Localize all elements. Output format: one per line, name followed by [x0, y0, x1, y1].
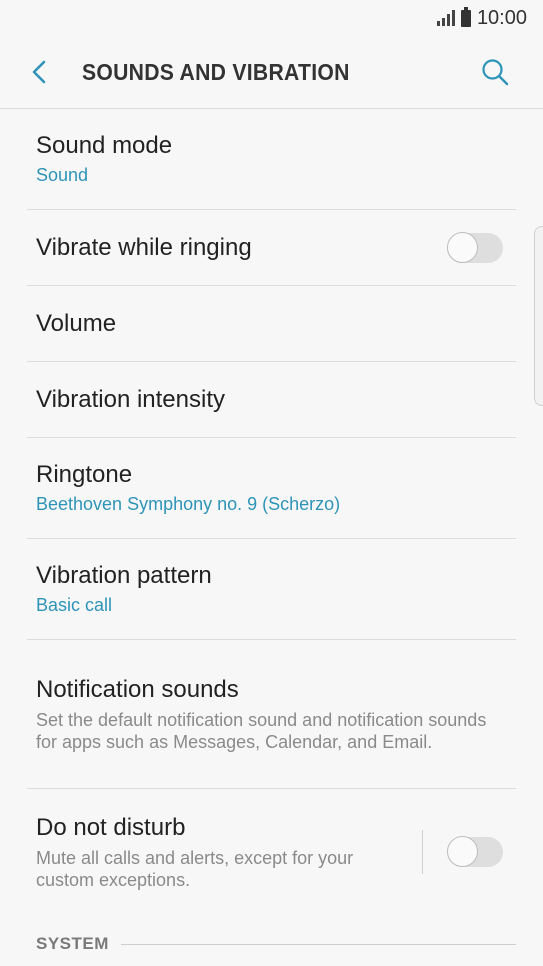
sound-mode-label: Sound mode: [36, 132, 173, 159]
search-button[interactable]: [465, 42, 525, 102]
section-label: SYSTEM: [36, 934, 109, 953]
do-not-disturb-item[interactable]: Do not disturb Mute all calls and alerts…: [27, 789, 516, 915]
vibration-pattern-value: Basic call: [36, 595, 113, 615]
ringtone-item[interactable]: Ringtone Beethoven Symphony no. 9 (Scher…: [27, 438, 516, 539]
do-not-disturb-toggle[interactable]: [447, 836, 503, 867]
vertical-divider: [422, 830, 423, 874]
signal-icon: [436, 10, 455, 26]
page-title: SOUNDS AND VIBRATION: [82, 58, 350, 85]
sound-mode-item[interactable]: Sound mode Sound: [27, 109, 516, 210]
back-arrow-icon: [32, 60, 46, 84]
vibration-intensity-label: Vibration intensity: [36, 385, 225, 413]
notification-sounds-label: Notification sounds: [36, 676, 239, 703]
notification-sounds-item[interactable]: Notification sounds Set the default noti…: [27, 640, 516, 789]
battery-icon: [460, 6, 471, 27]
vibrate-while-ringing-item[interactable]: Vibrate while ringing: [27, 210, 516, 286]
app-bar: SOUNDS AND VIBRATION: [0, 36, 543, 109]
section-header-system: SYSTEM: [36, 934, 516, 954]
vibration-pattern-item[interactable]: Vibration pattern Basic call: [27, 539, 516, 640]
notification-sounds-description: Set the default notification sound and n…: [36, 710, 487, 752]
section-divider: [120, 943, 516, 945]
search-icon: [482, 59, 509, 86]
vibrate-while-ringing-toggle[interactable]: [447, 231, 503, 263]
volume-item[interactable]: Volume: [27, 286, 516, 362]
scrollbar-handle[interactable]: [534, 226, 543, 406]
settings-list: Sound mode Sound Vibrate while ringing V…: [0, 109, 543, 915]
status-bar: 10:00: [0, 0, 543, 36]
toggle-knob: [447, 231, 478, 263]
vibrate-while-ringing-label: Vibrate while ringing: [36, 233, 252, 261]
vibration-pattern-label: Vibration pattern: [36, 562, 212, 589]
do-not-disturb-description: Mute all calls and alerts, except for yo…: [36, 848, 354, 890]
do-not-disturb-label: Do not disturb: [36, 814, 186, 841]
vibration-intensity-item[interactable]: Vibration intensity: [27, 362, 516, 438]
status-time: 10:00: [476, 6, 527, 29]
sound-mode-value: Sound: [36, 165, 89, 185]
volume-label: Volume: [36, 309, 117, 337]
ringtone-value: Beethoven Symphony no. 9 (Scherzo): [36, 494, 341, 514]
toggle-knob: [447, 836, 478, 867]
back-button[interactable]: [0, 36, 82, 108]
ringtone-label: Ringtone: [36, 461, 133, 488]
